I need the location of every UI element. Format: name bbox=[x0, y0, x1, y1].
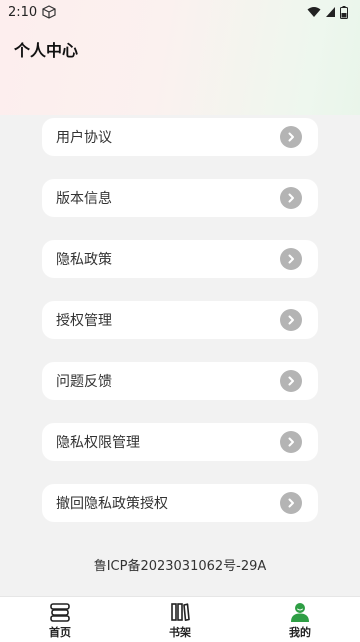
chevron-right-icon bbox=[280, 370, 302, 392]
chevron-right-icon bbox=[280, 431, 302, 453]
menu-item-label: 问题反馈 bbox=[56, 374, 112, 390]
page-title: 个人中心 bbox=[14, 41, 79, 60]
menu-item-authorization-management[interactable]: 授权管理 bbox=[42, 301, 318, 339]
nav-tab-mine[interactable]: 我的 bbox=[240, 597, 360, 642]
menu-item-label: 版本信息 bbox=[56, 191, 112, 207]
chevron-right-icon bbox=[280, 248, 302, 270]
chevron-right-icon bbox=[280, 492, 302, 514]
nav-tab-label: 首页 bbox=[49, 626, 71, 639]
menu-item-version-info[interactable]: 版本信息 bbox=[42, 179, 318, 217]
menu-item-label: 隐私权限管理 bbox=[56, 435, 140, 451]
bottom-nav: 首页 书架 我的 bbox=[0, 596, 360, 642]
menu-item-feedback[interactable]: 问题反馈 bbox=[42, 362, 318, 400]
bookshelf-icon bbox=[171, 603, 190, 621]
wifi-icon bbox=[307, 7, 321, 17]
nav-tab-label: 我的 bbox=[289, 626, 311, 639]
icp-license: 鲁ICP备2023031062号-29A bbox=[93, 559, 267, 574]
status-bar: 2:10 bbox=[0, 0, 360, 24]
chevron-right-icon bbox=[280, 126, 302, 148]
status-icons bbox=[307, 5, 348, 19]
menu-list: 用户协议 版本信息 隐私政策 授权管理 问题反馈 隐私权限管理 撤回隐私政策授权 bbox=[42, 118, 318, 545]
stacked-books-icon bbox=[50, 603, 70, 622]
menu-item-label: 授权管理 bbox=[56, 313, 112, 329]
package-icon bbox=[42, 5, 56, 19]
menu-item-privacy-policy[interactable]: 隐私政策 bbox=[42, 240, 318, 278]
chevron-right-icon bbox=[280, 187, 302, 209]
status-time: 2:10 bbox=[8, 4, 38, 20]
battery-icon bbox=[340, 5, 348, 19]
menu-item-label: 隐私政策 bbox=[56, 252, 112, 268]
menu-item-privacy-permissions[interactable]: 隐私权限管理 bbox=[42, 423, 318, 461]
menu-item-revoke-privacy-consent[interactable]: 撤回隐私政策授权 bbox=[42, 484, 318, 522]
signal-icon bbox=[326, 7, 335, 17]
chevron-right-icon bbox=[280, 309, 302, 331]
user-profile-icon bbox=[291, 603, 309, 622]
nav-tab-bookshelf[interactable]: 书架 bbox=[120, 597, 240, 642]
menu-item-user-agreement[interactable]: 用户协议 bbox=[42, 118, 318, 156]
nav-tab-home[interactable]: 首页 bbox=[0, 597, 120, 642]
menu-item-label: 撤回隐私政策授权 bbox=[56, 496, 168, 512]
menu-item-label: 用户协议 bbox=[56, 130, 112, 146]
nav-tab-label: 书架 bbox=[169, 626, 191, 639]
